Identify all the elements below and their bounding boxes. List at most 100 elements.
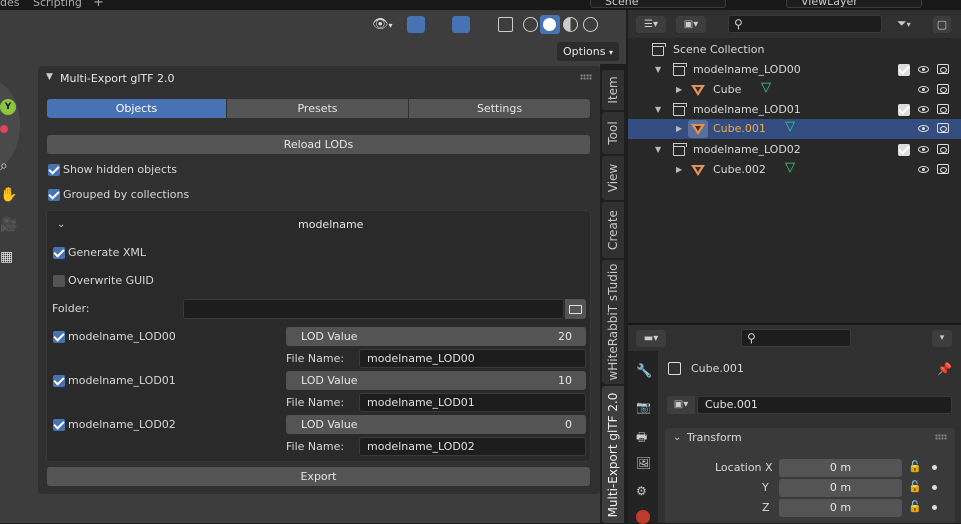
tab-objects[interactable]: Objects bbox=[47, 99, 226, 118]
ortho-grid-icon[interactable]: ▦ bbox=[0, 249, 16, 267]
scene-selector[interactable]: Scene bbox=[590, 0, 726, 8]
outliner-row-lod01[interactable]: ▼ modelname_LOD01 bbox=[628, 100, 961, 120]
eye-icon[interactable] bbox=[918, 125, 929, 132]
filter-icon[interactable]: ⏷▾ bbox=[897, 16, 921, 33]
expand-icon[interactable]: ▼ bbox=[655, 105, 661, 114]
lod00-value-slider[interactable]: LOD Value 20 bbox=[286, 327, 586, 346]
folder-input[interactable] bbox=[183, 299, 564, 319]
axis-y-icon[interactable]: Y bbox=[0, 99, 16, 115]
eye-icon[interactable] bbox=[918, 86, 929, 93]
outliner-row-lod00[interactable]: ▼ modelname_LOD00 bbox=[628, 60, 961, 80]
shading-rendered-icon[interactable] bbox=[583, 17, 598, 32]
sidebar-tab-multi-export[interactable]: Multi-Export glTF 2.0 bbox=[602, 386, 624, 523]
lod01-checkbox[interactable] bbox=[53, 375, 65, 387]
lod01-value-slider[interactable]: LOD Value 10 bbox=[286, 371, 586, 390]
location-z-field[interactable]: 0 m bbox=[779, 499, 902, 517]
generate-xml-checkbox[interactable] bbox=[53, 247, 65, 259]
properties-editor-type-icon[interactable]: ▬▾ bbox=[636, 330, 666, 347]
sidebar-tab-item[interactable]: Item bbox=[602, 70, 624, 110]
lod00-checkbox[interactable] bbox=[53, 331, 65, 343]
lod01-file-input[interactable]: modelname_LOD01 bbox=[359, 393, 586, 412]
keyframe-dot-icon[interactable] bbox=[932, 465, 937, 470]
expand-icon[interactable]: ▼ bbox=[655, 65, 661, 74]
reload-lods-button[interactable]: Reload LODs bbox=[47, 135, 590, 154]
sidebar-tab-whiterabbit[interactable]: wHiteRabbiT sTudio bbox=[602, 260, 624, 384]
render-tab-icon[interactable]: 📷 bbox=[636, 400, 651, 414]
world-tab-icon[interactable] bbox=[636, 510, 650, 524]
transform-drag-handle-icon[interactable] bbox=[935, 434, 947, 440]
outliner-row-lod02[interactable]: ▼ modelname_LOD02 bbox=[628, 140, 961, 160]
outliner-row-cube-002[interactable]: ▶ Cube.002 ▽ bbox=[628, 160, 961, 180]
pan-hand-icon[interactable]: ✋ bbox=[0, 187, 17, 205]
display-mode-icon[interactable]: ▣▾ bbox=[676, 16, 706, 33]
workspace-tab-scripting[interactable]: Scripting bbox=[33, 0, 82, 9]
folder-browse-icon[interactable] bbox=[565, 299, 586, 319]
location-x-field[interactable]: 0 m bbox=[779, 459, 902, 477]
location-y-field[interactable]: 0 m bbox=[779, 479, 902, 497]
transform-collapse-icon[interactable]: ⌄ bbox=[673, 432, 681, 443]
outliner-row-cube-001[interactable]: ▶ Cube.001 ▽ bbox=[628, 119, 961, 139]
lock-icon[interactable]: 🔓 bbox=[908, 460, 922, 473]
object-name-field[interactable]: Cube.001 bbox=[697, 396, 952, 414]
exclude-checkbox[interactable] bbox=[898, 144, 910, 156]
options-dropdown[interactable]: Options ▾ bbox=[557, 42, 619, 61]
grouped-checkbox[interactable] bbox=[48, 189, 60, 201]
expand-icon[interactable]: ▶ bbox=[676, 85, 682, 94]
pin-icon[interactable]: 📌 bbox=[937, 362, 952, 376]
sidebar-tab-tool[interactable]: Tool bbox=[602, 112, 624, 154]
scene-tab-icon[interactable]: ⚙ bbox=[636, 484, 647, 498]
lod02-checkbox[interactable] bbox=[53, 419, 65, 431]
outliner-scene-collection[interactable]: Scene Collection bbox=[628, 40, 961, 60]
expand-icon[interactable]: ▶ bbox=[676, 124, 682, 133]
workspace-tab-partial[interactable]: des bbox=[0, 0, 19, 9]
shading-material-icon[interactable] bbox=[563, 17, 578, 32]
exclude-checkbox[interactable] bbox=[898, 104, 910, 116]
editor-type-icon[interactable]: ☰▾ bbox=[636, 16, 666, 33]
tab-presets[interactable]: Presets bbox=[227, 99, 408, 118]
eye-icon[interactable] bbox=[918, 166, 929, 173]
visibility-icon[interactable]: 👁▾ bbox=[372, 17, 398, 33]
camera-icon[interactable] bbox=[937, 164, 949, 174]
shading-wireframe-icon[interactable] bbox=[523, 17, 538, 32]
new-collection-icon[interactable]: ▢ bbox=[933, 16, 951, 33]
eye-icon[interactable] bbox=[918, 146, 929, 153]
output-tab-icon[interactable]: 🖶 bbox=[636, 428, 647, 449]
view-layer-tab-icon[interactable]: 🖼 bbox=[636, 456, 651, 470]
xray-icon[interactable] bbox=[498, 17, 513, 32]
eye-icon[interactable] bbox=[918, 66, 929, 73]
panel-drag-handle-icon[interactable] bbox=[580, 74, 592, 80]
gizmo-toggle-icon[interactable] bbox=[407, 16, 425, 33]
expand-icon[interactable]: ▶ bbox=[676, 165, 682, 174]
data-block-selector[interactable]: ▣▾ bbox=[667, 396, 695, 414]
lod00-file-input[interactable]: modelname_LOD00 bbox=[359, 349, 586, 368]
lod02-file-input[interactable]: modelname_LOD02 bbox=[359, 437, 586, 456]
lod02-value-slider[interactable]: LOD Value 0 bbox=[286, 415, 586, 434]
tool-tab-icon[interactable]: 🔧 bbox=[636, 364, 652, 379]
view-layer-selector[interactable]: ViewLayer bbox=[786, 0, 922, 8]
expand-icon[interactable]: ▼ bbox=[655, 145, 661, 154]
add-workspace-button[interactable]: + bbox=[93, 0, 104, 10]
outliner-search-input[interactable]: ⚲ bbox=[728, 15, 882, 33]
camera-icon[interactable] bbox=[937, 84, 949, 94]
export-button[interactable]: Export bbox=[47, 467, 590, 486]
camera-icon[interactable] bbox=[937, 123, 949, 133]
panel-collapse-icon[interactable]: ▼ bbox=[46, 72, 53, 82]
exclude-checkbox[interactable] bbox=[898, 64, 910, 76]
keyframe-dot-icon[interactable] bbox=[932, 485, 937, 490]
sidebar-tab-create[interactable]: Create bbox=[602, 202, 624, 258]
keyframe-dot-icon[interactable] bbox=[932, 505, 937, 510]
overwrite-guid-checkbox[interactable] bbox=[53, 275, 65, 287]
zoom-icon[interactable]: ⌕ bbox=[0, 158, 16, 176]
properties-options-icon[interactable]: ▾ bbox=[932, 330, 952, 347]
lock-icon[interactable]: 🔓 bbox=[908, 500, 922, 513]
shading-solid-icon[interactable] bbox=[540, 15, 560, 34]
properties-search-input[interactable]: ⚲ bbox=[741, 329, 851, 347]
camera-icon[interactable] bbox=[937, 144, 949, 154]
tab-settings[interactable]: Settings bbox=[409, 99, 590, 118]
eye-icon[interactable] bbox=[918, 106, 929, 113]
camera-icon[interactable] bbox=[937, 64, 949, 74]
sidebar-tab-view[interactable]: View bbox=[602, 156, 624, 200]
group-collapse-icon[interactable]: ⌄ bbox=[57, 219, 65, 230]
lock-icon[interactable]: 🔓 bbox=[908, 480, 922, 493]
overlay-toggle-icon[interactable] bbox=[452, 16, 470, 33]
